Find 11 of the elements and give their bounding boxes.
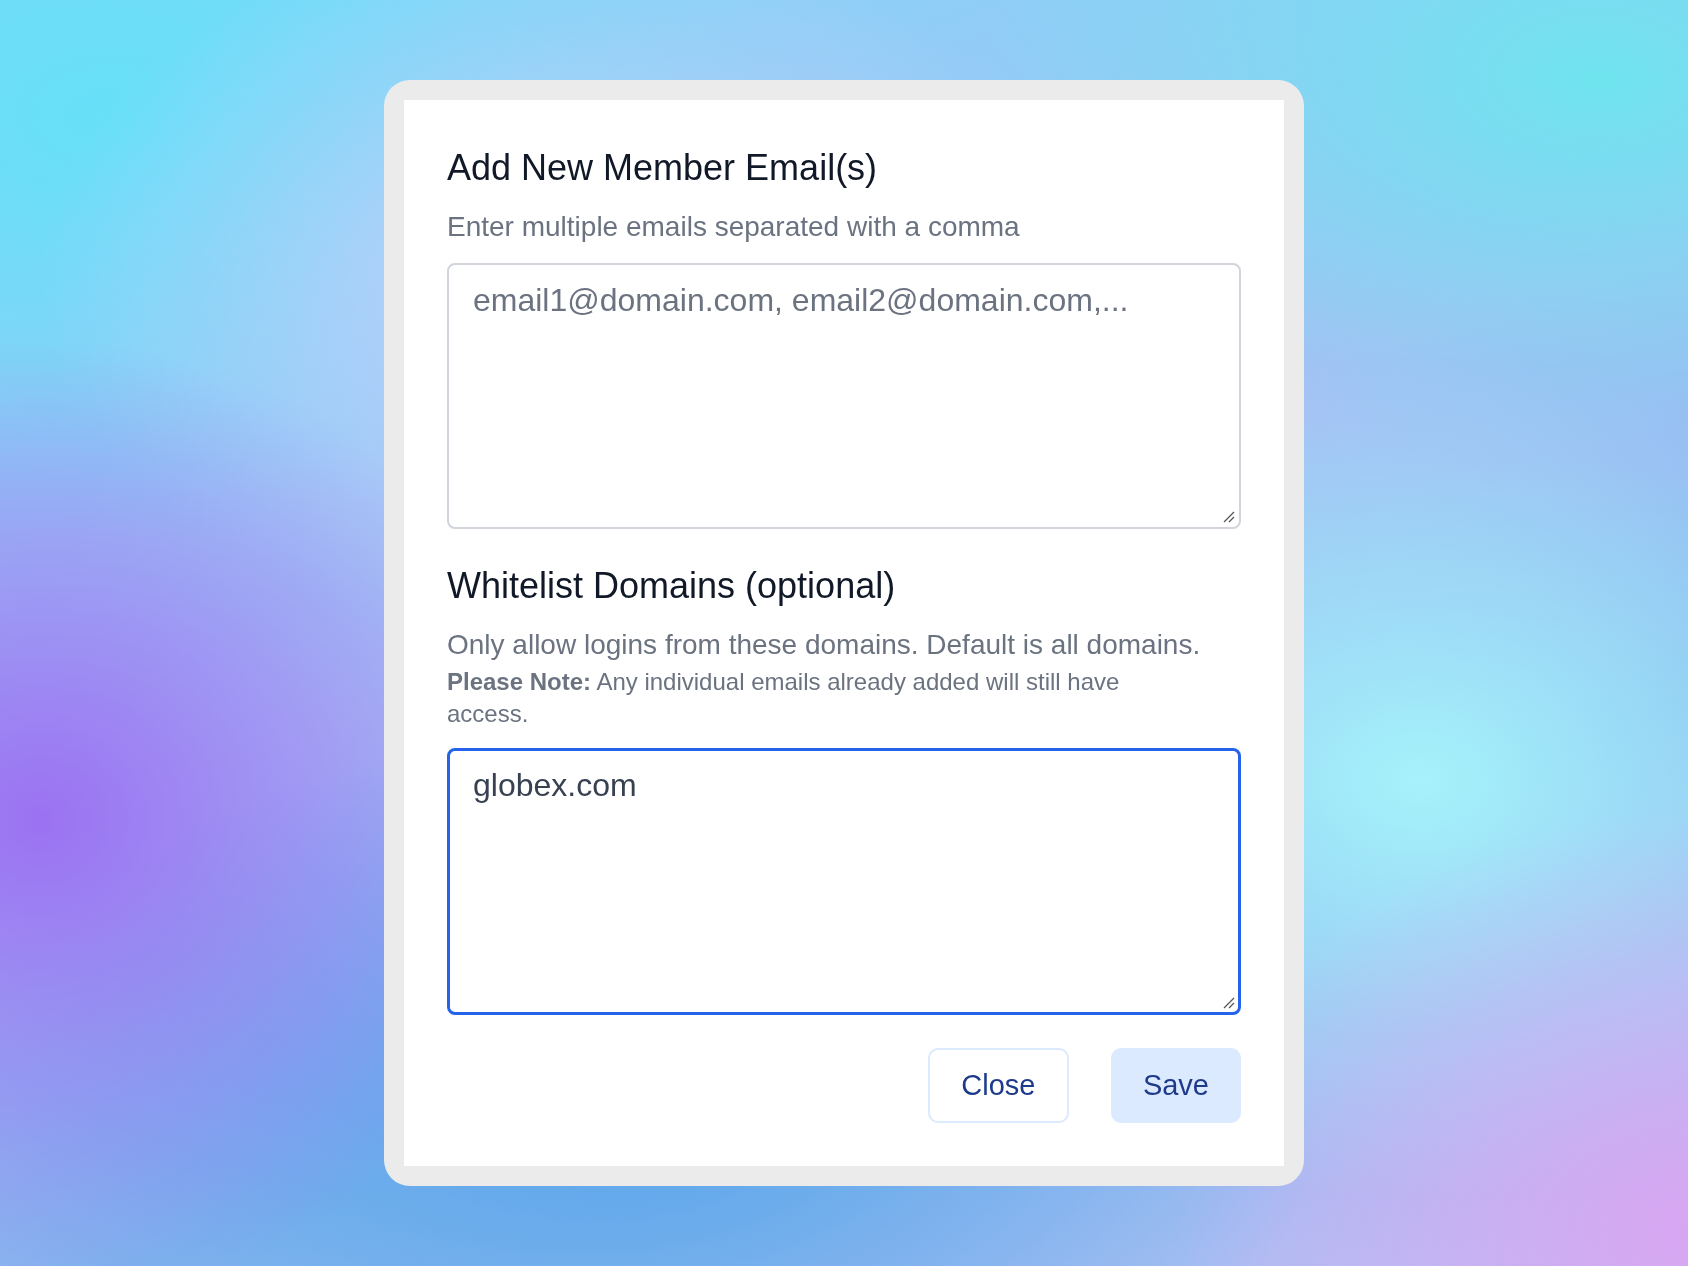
- resize-grip-icon[interactable]: [1223, 511, 1235, 523]
- domains-textarea[interactable]: globex.com: [447, 748, 1241, 1015]
- save-button[interactable]: Save: [1110, 1048, 1241, 1123]
- note-text: Please Note: Any individual emails already added will still have access.: [447, 667, 1121, 729]
- resize-grip-icon[interactable]: [1223, 997, 1235, 1009]
- section-title: Whitelist Domains (optional): [447, 564, 897, 608]
- close-button[interactable]: Close: [927, 1048, 1069, 1123]
- emails-textarea[interactable]: email1@domain.com, email2@domain.com,...: [447, 263, 1241, 529]
- help-text: Enter multiple emails separated with a comma: [447, 210, 1021, 244]
- section-title: Add New Member Email(s): [447, 146, 879, 190]
- help-text: Only allow logins from these domains. Default is all domains.: [447, 628, 1202, 662]
